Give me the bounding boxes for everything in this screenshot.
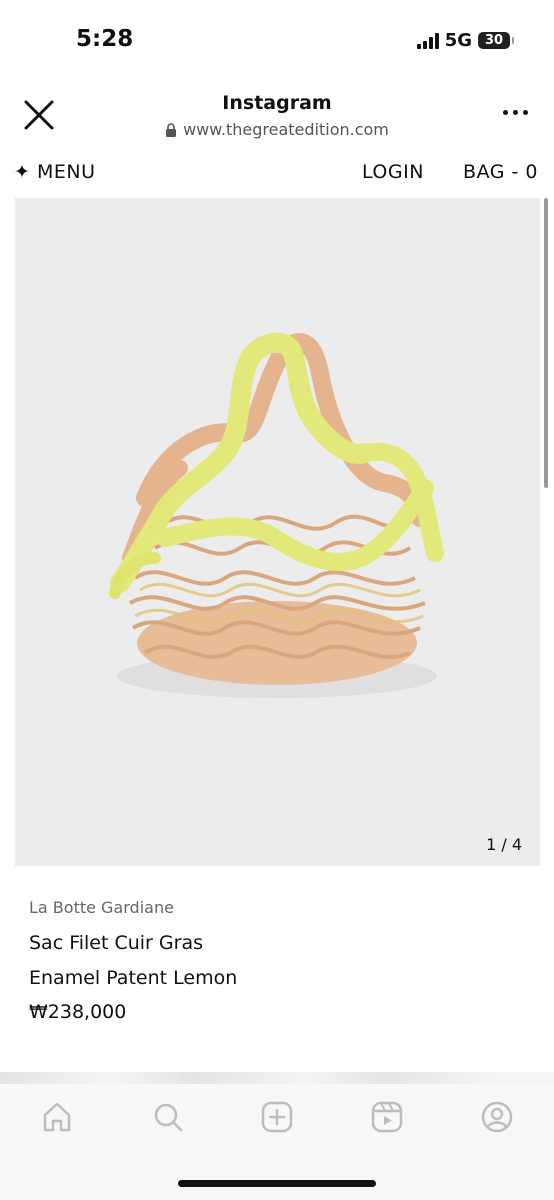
browser-header: Instagram www.thegreatedition.com bbox=[0, 80, 554, 150]
partial-content-strip bbox=[0, 1072, 554, 1084]
network-type: 5G bbox=[444, 30, 472, 51]
product-price: ₩238,000 bbox=[29, 1001, 127, 1023]
product-name-line1[interactable]: Sac Filet Cuir Gras bbox=[29, 932, 203, 954]
product-image[interactable]: 1 / 4 bbox=[15, 198, 540, 866]
status-bar: 5:28 5G 30 bbox=[0, 0, 554, 80]
net-bag-illustration bbox=[109, 332, 444, 698]
lock-icon bbox=[166, 122, 177, 137]
bag-link[interactable]: BAG - 0 bbox=[463, 161, 538, 183]
scrollbar[interactable] bbox=[544, 198, 548, 488]
login-link[interactable]: LOGIN bbox=[362, 161, 424, 183]
browser-url[interactable]: www.thegreatedition.com bbox=[165, 120, 389, 139]
image-counter: 1 / 4 bbox=[486, 835, 522, 854]
product-name-line2[interactable]: Enamel Patent Lemon bbox=[29, 967, 237, 989]
home-icon[interactable] bbox=[40, 1100, 74, 1134]
profile-icon[interactable] bbox=[480, 1100, 514, 1134]
signal-icon bbox=[416, 32, 439, 49]
reels-icon[interactable] bbox=[370, 1100, 404, 1134]
battery-icon: 30 bbox=[478, 32, 514, 49]
more-options-icon[interactable] bbox=[503, 110, 528, 115]
browser-url-text: www.thegreatedition.com bbox=[183, 120, 389, 139]
home-indicator[interactable] bbox=[178, 1180, 376, 1187]
site-nav: ✦ MENU LOGIN BAG - 0 bbox=[0, 150, 554, 196]
browser-title-block: Instagram www.thegreatedition.com bbox=[0, 92, 554, 142]
status-indicators: 5G 30 bbox=[416, 30, 514, 51]
status-time: 5:28 bbox=[76, 26, 134, 52]
menu-button[interactable]: ✦ MENU bbox=[14, 161, 95, 183]
product-brand[interactable]: La Botte Gardiane bbox=[29, 898, 174, 917]
browser-title: Instagram bbox=[222, 92, 332, 114]
search-icon[interactable] bbox=[151, 1100, 185, 1134]
create-icon[interactable] bbox=[260, 1100, 294, 1134]
